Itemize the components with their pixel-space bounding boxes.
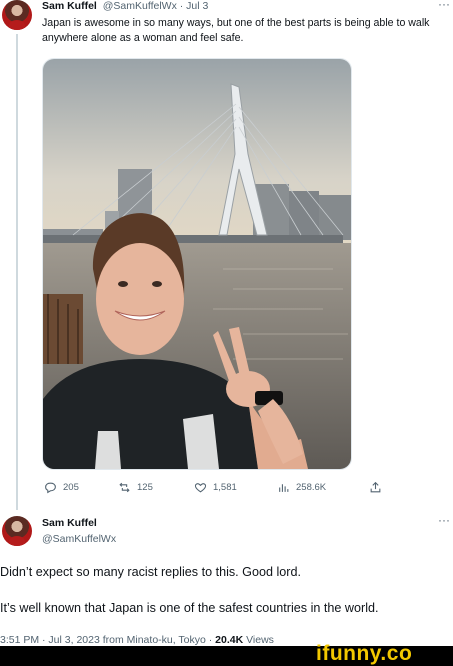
views-count: 258.6K [296,482,327,493]
author-name[interactable]: Sam Kuffel [42,0,97,12]
thread-line [16,34,18,510]
share-button[interactable] [369,481,382,494]
retweet-icon [119,482,130,493]
timestamp-location[interactable]: 3:51 PM · Jul 3, 2023 from Minato-ku, To… [0,634,215,646]
tweet-photo[interactable] [42,58,352,470]
reply-button[interactable]: 205 [44,481,79,494]
avatar[interactable] [2,516,32,546]
watermark-logo: ifunny.co [316,642,413,665]
more-icon[interactable]: ··· [438,0,450,11]
tweet-paragraph: Didn’t expect so many racist replies to … [0,565,301,579]
retweet-count: 125 [137,482,153,493]
handle-date[interactable]: @SamKuffelWx · Jul 3 [103,0,209,12]
views-label: Views [243,634,274,646]
retweet-button[interactable]: 125 [118,481,153,494]
like-button[interactable]: 1,581 [194,481,237,494]
avatar[interactable] [2,0,32,30]
tweet-text: Japan is awesome in so many ways, but on… [42,17,430,44]
like-icon [194,483,207,493]
views-count: 20.4K [215,634,244,646]
author-name[interactable]: Sam Kuffel [42,517,97,529]
reply-icon [45,482,56,494]
views-button[interactable]: 258.6K [277,481,326,494]
selfie-bridge-image [43,59,351,469]
reply-count: 205 [63,482,79,493]
tweet-meta: 3:51 PM · Jul 3, 2023 from Minato-ku, To… [0,634,274,646]
like-count: 1,581 [213,482,237,493]
tweet-header: Sam Kuffel @SamKuffelWx · Jul 3 [42,0,208,12]
more-icon[interactable]: ··· [438,513,450,527]
handle[interactable]: @SamKuffelWx [42,533,116,545]
share-icon [370,481,381,493]
tweet-paragraph: It’s well known that Japan is one of the… [0,601,379,615]
views-icon [279,484,289,492]
